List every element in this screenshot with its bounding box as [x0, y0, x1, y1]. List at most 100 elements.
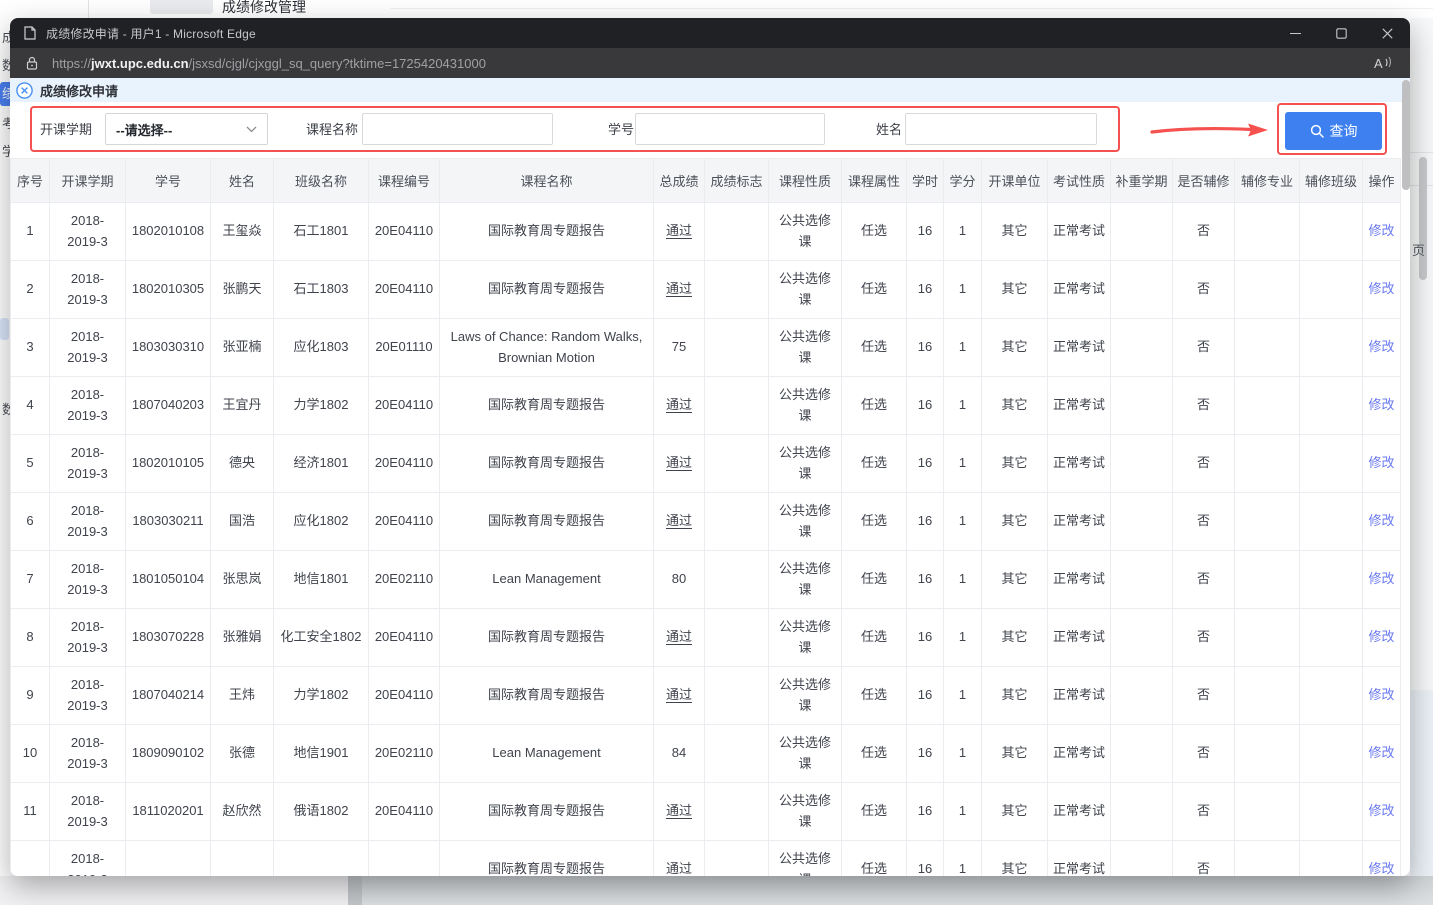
cell: 国际教育周专题报告	[440, 261, 654, 319]
window-controls	[1272, 18, 1410, 48]
background-tab	[150, 0, 213, 14]
cell: 16	[907, 377, 944, 435]
semester-select[interactable]: --请选择--	[105, 113, 268, 145]
cell: 其它	[982, 725, 1048, 783]
lock-icon[interactable]	[26, 56, 38, 70]
cell: 20E04110	[369, 261, 440, 319]
table-row: 82018-2019-31803070228张雅娟化工安全180220E0411…	[11, 609, 1401, 667]
edit-link[interactable]: 修改	[1368, 861, 1394, 876]
cell: 国浩	[211, 493, 274, 551]
cell: 石工1801	[274, 203, 369, 261]
cell: 2018-2019-3	[50, 609, 126, 667]
maximize-button[interactable]	[1318, 18, 1364, 48]
table-row: 62018-2019-31803030211国浩应化180220E04110国际…	[11, 493, 1401, 551]
cell: 1	[944, 551, 982, 609]
cell: 通过	[654, 609, 705, 667]
close-button[interactable]	[1364, 18, 1410, 48]
cell: 任选	[842, 377, 907, 435]
cell	[1235, 377, 1300, 435]
course-name-input[interactable]	[362, 113, 553, 145]
table-row: 92018-2019-31807040214王炜力学180220E04110国际…	[11, 667, 1401, 725]
background-page-bottom	[0, 876, 1433, 905]
edit-link[interactable]: 修改	[1368, 281, 1394, 296]
cell: 力学1802	[274, 667, 369, 725]
cell: 国际教育周专题报告	[440, 783, 654, 841]
cell: 1	[944, 609, 982, 667]
cell	[705, 783, 769, 841]
cell: 其它	[982, 377, 1048, 435]
table-row: 112018-2019-31811020201赵欣然俄语180220E04110…	[11, 783, 1401, 841]
scrollbar-thumb[interactable]	[1402, 80, 1410, 190]
cell: 其它	[982, 783, 1048, 841]
cell: 其它	[982, 261, 1048, 319]
edit-link[interactable]: 修改	[1368, 455, 1394, 470]
cell: 1809090102	[126, 725, 211, 783]
cell: 2018-2019-3	[50, 725, 126, 783]
cell: 张亚楠	[211, 319, 274, 377]
cell: 20E04110	[369, 667, 440, 725]
edit-link[interactable]: 修改	[1368, 339, 1394, 354]
read-aloud-icon[interactable]: A	[1374, 48, 1394, 78]
cell: 正常考试	[1048, 841, 1111, 877]
cell	[1111, 319, 1173, 377]
cell: 其它	[982, 493, 1048, 551]
cell: 2018-2019-3	[50, 841, 126, 877]
cell: 否	[1173, 261, 1235, 319]
cell: 国际教育周专题报告	[440, 203, 654, 261]
cell: 16	[907, 319, 944, 377]
cell: 张鹏天	[211, 261, 274, 319]
cell: 正常考试	[1048, 203, 1111, 261]
query-button[interactable]: 查询	[1285, 112, 1382, 150]
cell: 1807040214	[126, 667, 211, 725]
cell	[1111, 841, 1173, 877]
edit-link[interactable]: 修改	[1368, 687, 1394, 702]
cell	[1111, 609, 1173, 667]
cell: 16	[907, 203, 944, 261]
cell	[11, 841, 50, 877]
cell: 否	[1173, 551, 1235, 609]
edit-link[interactable]: 修改	[1368, 513, 1394, 528]
cell	[1111, 261, 1173, 319]
cell: 正常考试	[1048, 551, 1111, 609]
name-input[interactable]	[905, 113, 1097, 145]
cell	[705, 725, 769, 783]
cell: 20E02110	[369, 551, 440, 609]
cell: 16	[907, 725, 944, 783]
cell: 1807040203	[126, 377, 211, 435]
cell	[1300, 841, 1363, 877]
cell	[1235, 319, 1300, 377]
minimize-button[interactable]	[1272, 18, 1318, 48]
cell	[1111, 551, 1173, 609]
cell: 其它	[982, 841, 1048, 877]
column-header: 成绩标志	[705, 159, 769, 203]
edit-link[interactable]: 修改	[1368, 571, 1394, 586]
edit-link[interactable]: 修改	[1368, 629, 1394, 644]
cell: 2018-2019-3	[50, 203, 126, 261]
student-id-input[interactable]	[635, 113, 825, 145]
cell	[274, 841, 369, 877]
scrollbar-track[interactable]	[1402, 78, 1410, 876]
url-text[interactable]: https://jwxt.upc.edu.cn/jsxsd/cjgl/cjxgg…	[52, 56, 486, 71]
cell: 否	[1173, 783, 1235, 841]
edit-link[interactable]: 修改	[1368, 397, 1394, 412]
table-row: 32018-2019-31803030310张亚楠应化180320E01110L…	[11, 319, 1401, 377]
edit-link[interactable]: 修改	[1368, 223, 1394, 238]
cell: 正常考试	[1048, 783, 1111, 841]
cell	[705, 377, 769, 435]
tab-close-icon[interactable]	[16, 82, 33, 99]
cell	[1111, 203, 1173, 261]
cell	[1235, 783, 1300, 841]
edit-link[interactable]: 修改	[1368, 745, 1394, 760]
cell	[1300, 493, 1363, 551]
column-header: 操作	[1363, 159, 1401, 203]
cell: 通过	[654, 261, 705, 319]
cell	[1235, 435, 1300, 493]
semester-label: 开课学期	[40, 102, 92, 158]
cell: 正常考试	[1048, 609, 1111, 667]
cell: 16	[907, 667, 944, 725]
cell	[1300, 609, 1363, 667]
cell: 1802010305	[126, 261, 211, 319]
cell: 张思岚	[211, 551, 274, 609]
edit-link[interactable]: 修改	[1368, 803, 1394, 818]
cell: 16	[907, 841, 944, 877]
